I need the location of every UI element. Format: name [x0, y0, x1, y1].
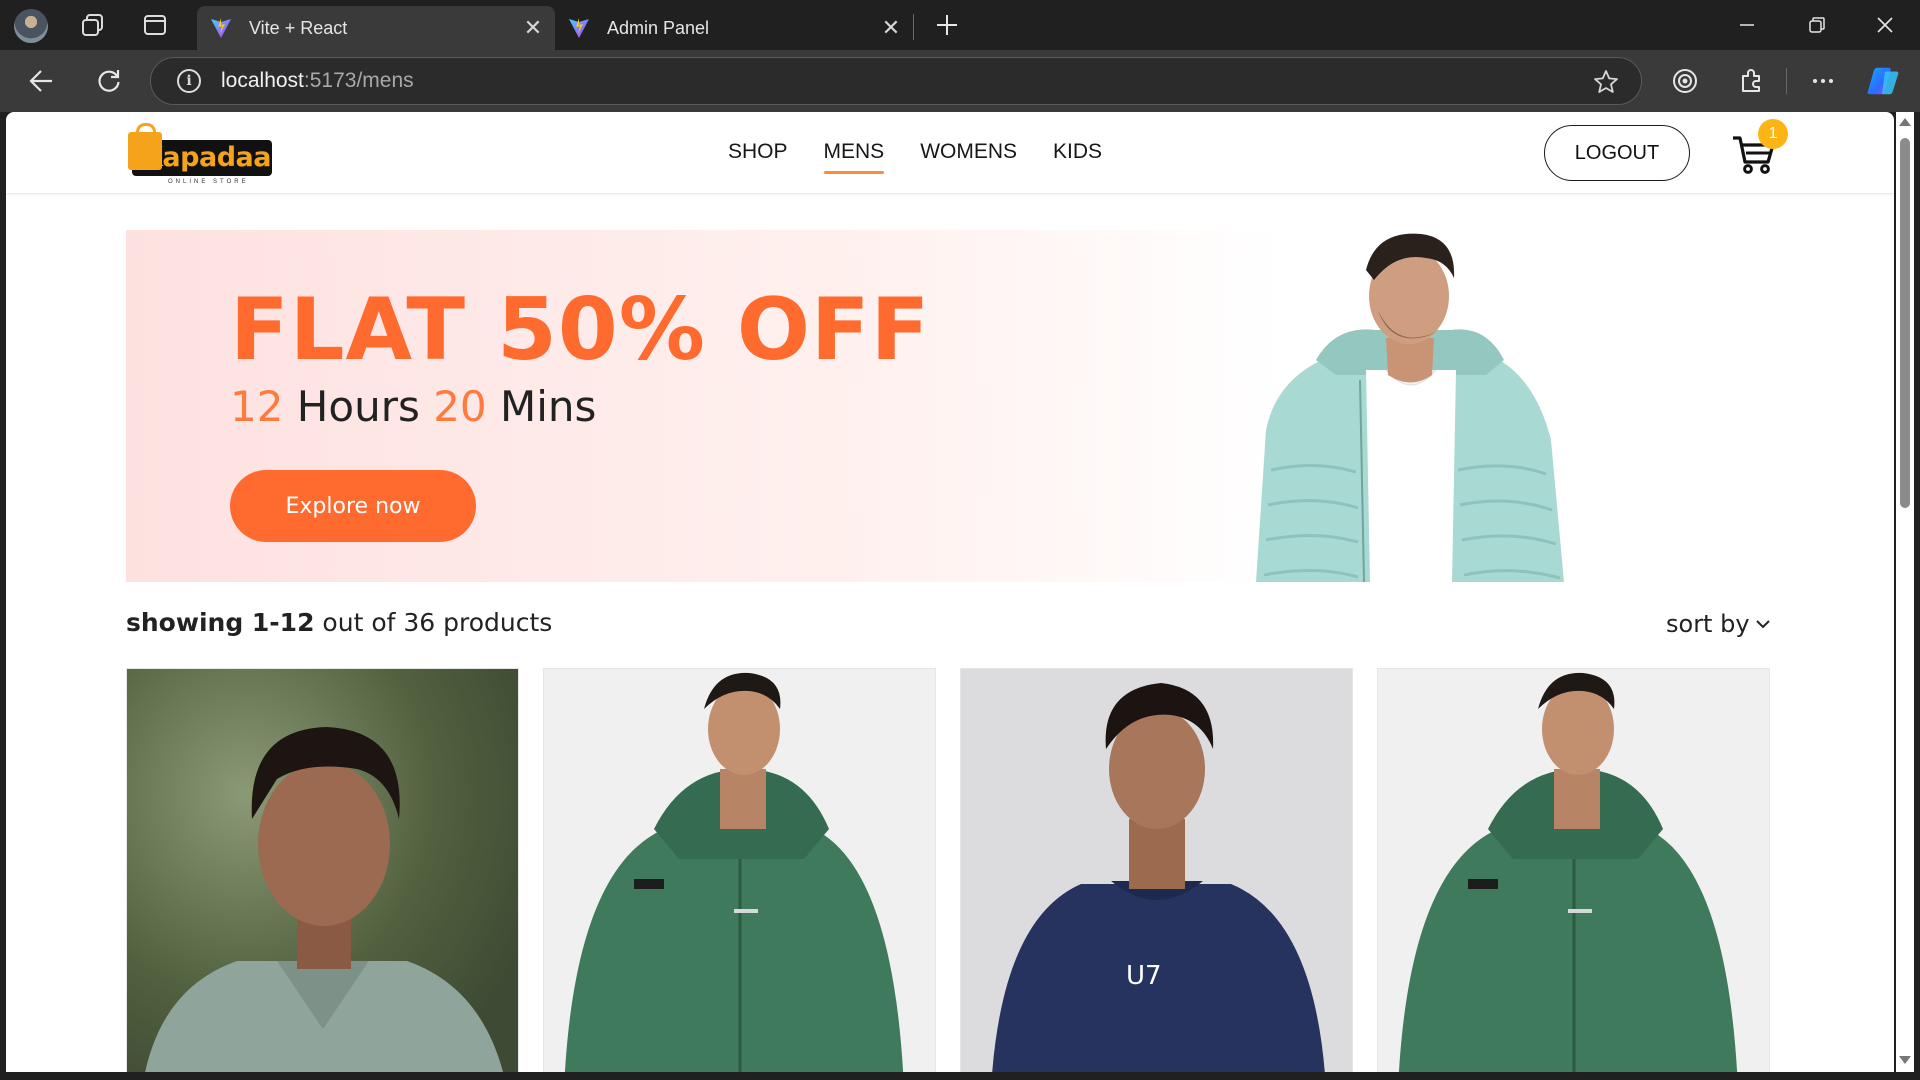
logo-subtext: ONLINE STORE: [168, 179, 249, 185]
hero-banner: FLAT 50% OFF 12 Hours 20 Mins Explore no…: [126, 230, 1778, 582]
cart-count-badge: 1: [1758, 119, 1788, 149]
close-window-icon[interactable]: [1850, 0, 1920, 50]
products-count-text: showing 1-12 out of 36 products: [126, 608, 553, 637]
close-tab-icon[interactable]: ✕: [881, 15, 901, 41]
product-grid: U7: [126, 668, 1770, 1072]
close-tab-icon[interactable]: ✕: [523, 15, 543, 41]
copilot-icon[interactable]: [1866, 64, 1900, 98]
refresh-icon[interactable]: [92, 64, 126, 98]
explore-now-button[interactable]: Explore now: [230, 470, 476, 542]
product-image: U7: [961, 669, 1352, 1072]
product-image: [1378, 669, 1769, 1072]
browser-toolbar: i localhost:5173/mens: [0, 50, 1920, 112]
hero-model-image: [1256, 233, 1564, 582]
site-logo[interactable]: Kapadaa ONLINE STORE: [128, 122, 276, 185]
restore-icon[interactable]: [1782, 0, 1852, 50]
profile-avatar[interactable]: [14, 9, 48, 43]
nav-links: SHOP MENS WOMENS KIDS: [728, 140, 1102, 174]
extensions-icon[interactable]: [1734, 64, 1768, 98]
product-card[interactable]: [126, 668, 519, 1072]
page-viewport: Kapadaa ONLINE STORE SHOP MENS WOMENS KI…: [6, 112, 1894, 1072]
product-image: [544, 669, 935, 1072]
nav-link-mens[interactable]: MENS: [823, 140, 884, 174]
more-options-icon[interactable]: [1806, 64, 1840, 98]
hero-title: FLAT 50% OFF: [230, 280, 931, 380]
product-card[interactable]: U7: [960, 668, 1353, 1072]
nav-link-womens[interactable]: WOMENS: [920, 140, 1017, 172]
tab-vite-react[interactable]: Vite + React ✕: [197, 6, 555, 50]
nav-link-kids[interactable]: KIDS: [1053, 140, 1102, 172]
favorite-star-icon[interactable]: [1593, 69, 1619, 100]
vite-icon: [569, 18, 589, 38]
sort-by-dropdown[interactable]: sort by: [1666, 610, 1770, 638]
sort-by-label: sort by: [1666, 610, 1750, 638]
tab-divider: [913, 14, 914, 40]
tab-label: Vite + React: [249, 17, 348, 38]
toolbar-divider: [1786, 68, 1787, 94]
product-card[interactable]: [543, 668, 936, 1072]
site-info-icon[interactable]: i: [177, 69, 201, 93]
chevron-down-icon: [1755, 620, 1770, 629]
logo-text: Kapadaa: [142, 142, 271, 173]
site-navbar: Kapadaa ONLINE STORE SHOP MENS WOMENS KI…: [6, 112, 1894, 194]
back-icon[interactable]: [24, 64, 58, 98]
hero-timer: 12 Hours 20 Mins: [230, 382, 597, 431]
scroll-up-icon[interactable]: [1899, 118, 1911, 126]
product-image: [127, 669, 518, 1072]
workspaces-icon[interactable]: [76, 9, 110, 41]
vite-icon: [211, 18, 231, 38]
tab-actions-icon[interactable]: [138, 9, 172, 41]
window-bottom-edge: [0, 1072, 1920, 1080]
product-card[interactable]: [1377, 668, 1770, 1072]
tracking-prevention-icon[interactable]: [1668, 64, 1702, 98]
browser-titlebar: Vite + React ✕ Admin Panel ✕: [0, 0, 1920, 50]
page-scrollbar[interactable]: [1896, 112, 1914, 1072]
tab-label: Admin Panel: [607, 17, 710, 38]
new-tab-icon[interactable]: [930, 9, 964, 41]
svg-text:U7: U7: [1126, 961, 1162, 991]
scroll-down-icon[interactable]: [1899, 1056, 1911, 1064]
scrollbar-thumb[interactable]: [1900, 138, 1910, 508]
tab-admin-panel[interactable]: Admin Panel ✕: [555, 6, 913, 50]
minimize-icon[interactable]: [1712, 0, 1782, 50]
logout-button[interactable]: LOGOUT: [1544, 125, 1690, 181]
nav-link-shop[interactable]: SHOP: [728, 140, 788, 172]
address-url: localhost:5173/mens: [221, 69, 414, 92]
address-bar[interactable]: i localhost:5173/mens: [150, 57, 1642, 105]
